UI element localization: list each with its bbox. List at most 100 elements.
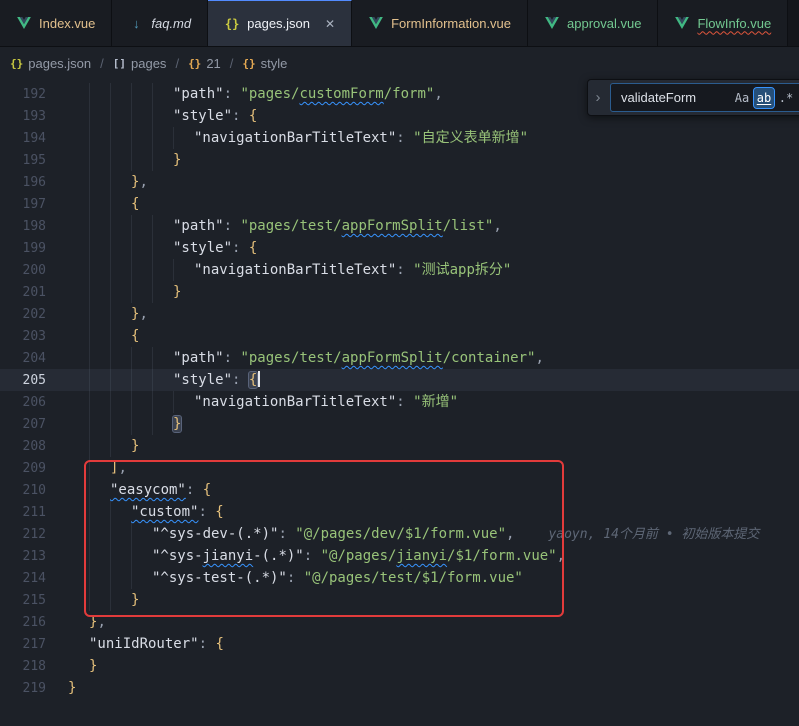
indent-guide <box>110 259 131 281</box>
code-line[interactable]: 217"uniIdRouter": { <box>0 633 799 655</box>
code-line[interactable]: 207} <box>0 413 799 435</box>
indent-guide <box>152 391 173 413</box>
line-number: 209 <box>0 458 68 480</box>
git-blame-annotation: yaoyn, 14个月前 • 初始版本提交 <box>548 527 759 542</box>
line-number: 201 <box>0 282 68 304</box>
markdown-icon: ↓ <box>128 16 144 31</box>
tab-FlowInfo.vue[interactable]: FlowInfo.vue <box>658 0 788 46</box>
indent-guide <box>173 391 194 413</box>
indent-guide <box>68 193 89 215</box>
indent-guide <box>131 413 152 435</box>
code-line[interactable]: 204"path": "pages/test/appFormSplit/cont… <box>0 347 799 369</box>
code-line[interactable]: 195} <box>0 149 799 171</box>
code-line[interactable]: 215} <box>0 589 799 611</box>
code-line[interactable]: 218} <box>0 655 799 677</box>
indent-guide <box>68 435 89 457</box>
tab-approval.vue[interactable]: approval.vue <box>528 0 658 46</box>
code-line[interactable]: 212"^sys-dev-(.*)": "@/pages/dev/$1/form… <box>0 523 799 545</box>
code-line[interactable]: 198"path": "pages/test/appFormSplit/list… <box>0 215 799 237</box>
code-token: : <box>232 240 249 256</box>
code-line[interactable]: 208} <box>0 435 799 457</box>
breadcrumb-separator: / <box>230 56 234 71</box>
indent-guide <box>110 83 131 105</box>
breadcrumb-item-pages.json[interactable]: {}pages.json <box>10 56 91 71</box>
indent-guide <box>68 171 89 193</box>
code-token: { <box>215 636 223 652</box>
code-token: , <box>118 460 126 476</box>
line-number: 214 <box>0 568 68 590</box>
indent-guide <box>152 259 173 281</box>
indent-guide <box>68 457 89 479</box>
code-area[interactable]: 192"path": "pages/customForm/form",193"s… <box>0 78 799 699</box>
tab-label: faq.md <box>151 16 191 31</box>
whole-word-toggle[interactable]: ab <box>754 88 774 108</box>
indent-guide <box>89 237 110 259</box>
code-token: : <box>198 504 215 520</box>
code-line[interactable]: 214"^sys-test-(.*)": "@/pages/test/$1/fo… <box>0 567 799 589</box>
code-line[interactable]: 197{ <box>0 193 799 215</box>
indent-guide <box>68 347 89 369</box>
code-line[interactable]: 200"navigationBarTitleText": "测试app拆分" <box>0 259 799 281</box>
code-token: "^sys-dev-(.*)" <box>152 526 278 542</box>
code-line[interactable]: 201} <box>0 281 799 303</box>
indent-guide <box>131 127 152 149</box>
code-line[interactable]: 219} <box>0 677 799 699</box>
find-input[interactable] <box>619 89 729 106</box>
code-token: jianyi <box>203 548 254 564</box>
code-line[interactable]: 196}, <box>0 171 799 193</box>
line-number: 193 <box>0 106 68 128</box>
vue-icon <box>16 17 32 29</box>
indent-guide <box>89 479 110 501</box>
indent-guide <box>110 325 131 347</box>
code-line[interactable]: 203{ <box>0 325 799 347</box>
tab-faq.md[interactable]: ↓ faq.md <box>112 0 208 46</box>
tab-label: approval.vue <box>567 16 641 31</box>
code-token: } <box>173 416 181 432</box>
code-line[interactable]: 206"navigationBarTitleText": "新增" <box>0 391 799 413</box>
indent-guide <box>68 391 89 413</box>
code-token: : <box>224 218 241 234</box>
code-line[interactable]: 213"^sys-jianyi-(.*)": "@/pages/jianyi/$… <box>0 545 799 567</box>
indent-guide <box>68 633 89 655</box>
close-icon[interactable]: ✕ <box>325 17 335 31</box>
code-line[interactable]: 202}, <box>0 303 799 325</box>
editor[interactable]: 192"path": "pages/customForm/form",193"s… <box>0 78 799 726</box>
indent-guide <box>131 369 152 391</box>
indent-guide <box>131 391 152 413</box>
tab-FormInformation.vue[interactable]: FormInformation.vue <box>352 0 528 46</box>
code-line[interactable]: 199"style": { <box>0 237 799 259</box>
breadcrumb-item-style[interactable]: {}style <box>242 56 287 71</box>
indent-guide <box>89 413 110 435</box>
tab-Index.vue[interactable]: Index.vue <box>0 0 112 46</box>
code-line[interactable]: 209], <box>0 457 799 479</box>
code-token: } <box>131 592 139 608</box>
regex-toggle[interactable]: .* <box>776 88 796 108</box>
code-token: { <box>215 504 223 520</box>
code-token: } <box>131 438 139 454</box>
indent-guide <box>89 281 110 303</box>
code-token: : <box>396 394 413 410</box>
code-token: "pages/ <box>240 86 299 102</box>
breadcrumb-item-pages[interactable]: []pages <box>113 56 167 71</box>
code-token: "pages/test/ <box>240 218 341 234</box>
code-line[interactable]: 210"easycom": { <box>0 479 799 501</box>
code-token: , <box>139 306 147 322</box>
indent-guide <box>68 369 89 391</box>
tab-pages.json[interactable]: {}pages.json✕ <box>208 0 352 46</box>
code-token: { <box>249 108 257 124</box>
code-line[interactable]: 194"navigationBarTitleText": "自定义表单新增" <box>0 127 799 149</box>
match-case-toggle[interactable]: Aa <box>732 88 752 108</box>
breadcrumb-item-21[interactable]: {}21 <box>188 56 221 71</box>
code-line[interactable]: 211"custom": { <box>0 501 799 523</box>
indent-guide <box>152 413 173 435</box>
code-token: : <box>224 350 241 366</box>
code-line[interactable]: 216}, <box>0 611 799 633</box>
line-number: 208 <box>0 436 68 458</box>
code-token: "@/pages/test/$1/form.vue" <box>304 570 523 586</box>
line-number: 215 <box>0 590 68 612</box>
code-token: } <box>173 284 181 300</box>
line-number: 200 <box>0 260 68 282</box>
chevron-right-icon[interactable]: › <box>592 89 604 106</box>
code-token: , <box>97 614 105 630</box>
code-line[interactable]: 205"style": { <box>0 369 799 391</box>
